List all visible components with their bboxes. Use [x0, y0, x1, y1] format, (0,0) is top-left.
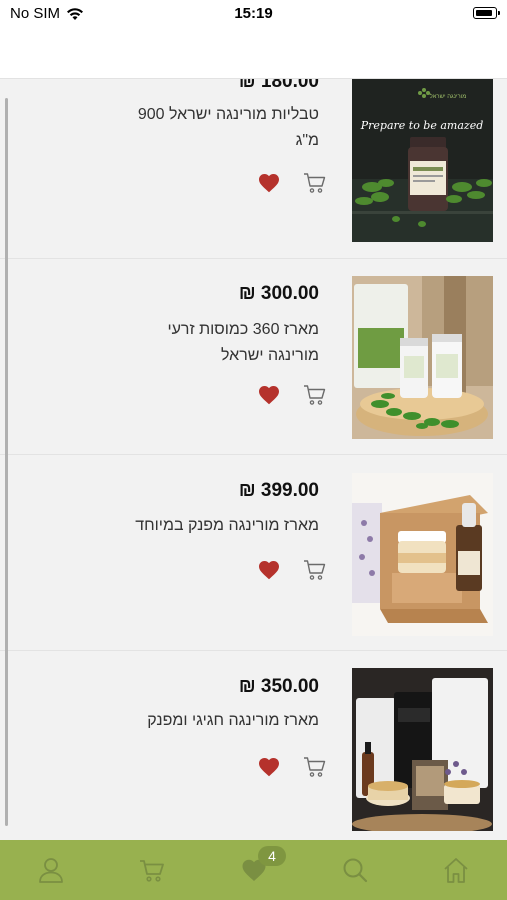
favorite-heart-icon[interactable] — [257, 755, 281, 779]
favorite-heart-icon[interactable] — [257, 558, 281, 582]
product-image[interactable] — [352, 668, 493, 831]
add-to-cart-icon[interactable] — [303, 558, 327, 582]
product-image[interactable] — [352, 473, 493, 636]
add-to-cart-icon[interactable] — [303, 171, 327, 195]
product-name: מארז מורינגה מפנק במיוחד — [135, 517, 319, 534]
image-brand-text: מורינגה ישראל — [430, 92, 467, 100]
product-price: ₪ 180.00 — [238, 79, 319, 92]
favorites-count-badge: 4 — [258, 846, 286, 866]
product-image[interactable] — [352, 276, 493, 439]
add-to-cart-icon[interactable] — [303, 383, 327, 407]
user-profile-icon[interactable] — [37, 856, 65, 884]
product-list[interactable]: ₪ 180.00 טבליות מורינגה ישראל 900 מ"ג מו… — [0, 79, 507, 840]
product-name: מארז 360 כמוסות זרעי מורינגה ישראל — [167, 321, 319, 364]
product-price: ₪ 350.00 — [238, 676, 319, 697]
product-name: מארז מורינגה חגיגי ומפנק — [147, 712, 319, 729]
status-time: 15:19 — [234, 5, 273, 22]
status-bar: No SIM 15:19 — [0, 0, 507, 28]
search-icon[interactable] — [341, 856, 369, 884]
product-item[interactable]: ₪ 399.00 מארז מורינגה מפנק במיוחד — [0, 455, 507, 651]
product-price: ₪ 399.00 — [238, 480, 319, 501]
home-icon[interactable] — [442, 856, 470, 884]
image-slogan-text: Prepare to be amazed — [360, 119, 484, 132]
product-image[interactable]: מורינגה ישראל Prepare to be amazed — [352, 79, 493, 242]
add-to-cart-icon[interactable] — [303, 755, 327, 779]
product-name: טבליות מורינגה ישראל 900 מ"ג — [137, 106, 319, 149]
header-bar — [0, 28, 507, 79]
bottom-nav — [0, 840, 507, 900]
favorite-heart-icon[interactable] — [257, 171, 281, 195]
product-item[interactable]: ₪ 180.00 טבליות מורינגה ישראל 900 מ"ג מו… — [0, 79, 507, 259]
product-item[interactable]: ₪ 300.00 מארז 360 כמוסות זרעי מורינגה יש… — [0, 259, 507, 455]
favorite-heart-icon[interactable] — [257, 383, 281, 407]
battery-icon — [473, 7, 500, 19]
product-item[interactable]: ₪ 350.00 מארז מורינגה חגיגי ומפנק — [0, 651, 507, 840]
product-price: ₪ 300.00 — [238, 283, 319, 304]
cart-icon[interactable] — [138, 856, 166, 884]
scrollbar[interactable] — [5, 98, 8, 826]
